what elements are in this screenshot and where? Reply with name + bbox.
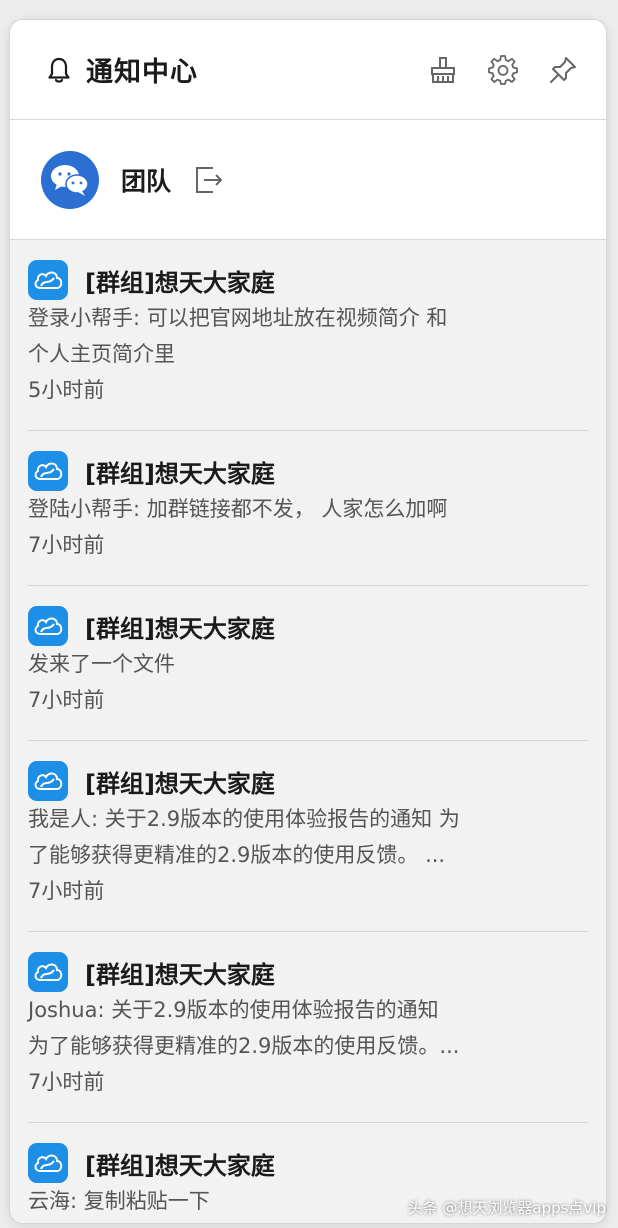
app-icon [28,606,68,646]
exit-icon [196,166,223,193]
pin-button[interactable] [546,53,580,87]
header-tools [426,53,580,87]
notification-item[interactable]: [群组]想天大家庭 登录小帮手: 可以把官网地址放在视频简介 和 个人主页简介里… [28,240,588,431]
notification-title: [群组]想天大家庭 [85,769,275,798]
cloud-logo-icon [34,1154,63,1172]
notification-header: [群组]想天大家庭 [28,260,588,300]
exit-team-button[interactable] [193,164,225,196]
notification-line: 我是人: 关于2.9版本的使用体验报告的通知 为 [28,807,460,831]
notification-body: 发来了一个文件 [28,646,518,682]
team-avatar[interactable] [41,150,99,209]
notification-title: [群组]想天大家庭 [85,268,275,297]
app-icon [28,451,68,491]
notification-line: 登陆小帮手: 加群链接都不发， 人家怎么加啊 [28,497,448,521]
panel-header: 通知中心 [10,20,606,120]
settings-button[interactable] [486,53,520,87]
notification-body: 登陆小帮手: 加群链接都不发， 人家怎么加啊 [28,491,518,527]
notification-list: [群组]想天大家庭 登录小帮手: 可以把官网地址放在视频简介 和 个人主页简介里… [10,240,606,1223]
notification-body: Joshua: 关于2.9版本的使用体验报告的通知 为了能够获得更精准的2.9版… [28,992,518,1064]
page-title: 通知中心 [86,57,198,88]
cloud-logo-icon [34,271,63,289]
pin-icon [550,56,576,83]
notification-line: Joshua: 关于2.9版本的使用体验报告的通知 [28,998,439,1022]
title-wrap: 通知中心 [44,50,426,89]
cloud-logo-icon [34,462,63,480]
app-icon [28,952,68,992]
notification-title: [群组]想天大家庭 [85,960,275,989]
notification-time: 7小时前 [28,1070,105,1094]
notification-title: [群组]想天大家庭 [85,459,275,488]
notification-title: [群组]想天大家庭 [85,1151,275,1180]
notification-body: 登录小帮手: 可以把官网地址放在视频简介 和 个人主页简介里 [28,300,518,372]
team-name[interactable]: 团队 [121,162,171,198]
notification-time: 5小时前 [28,378,105,402]
app-icon [28,1143,68,1183]
notification-header: [群组]想天大家庭 [28,952,588,992]
notification-header: [群组]想天大家庭 [28,451,588,491]
app-icon [28,761,68,801]
cloud-logo-icon [34,963,63,981]
cloud-logo-icon [34,617,63,635]
notification-header: [群组]想天大家庭 [28,761,588,801]
notification-time: 7小时前 [28,533,105,557]
notification-line: 了能够获得更精准的2.9版本的使用反馈。 ... [28,843,446,867]
app-icon [28,260,68,300]
team-bar: 团队 [10,120,606,240]
watermark: 头条 @想天浏览器apps点vip [407,1199,606,1217]
notification-center-panel: 通知中心 团队 [群组]想天大家庭 登录小帮手: 可以把官网地址放在视频简介 和… [9,19,607,1224]
notification-line: 发来了一个文件 [28,652,175,676]
bell-icon [48,57,70,83]
notification-header: [群组]想天大家庭 [28,1143,588,1183]
notification-time: 7小时前 [28,688,105,712]
clear-all-icon [431,56,455,83]
chat-bubbles-icon [51,164,89,196]
notification-time: 7小时前 [28,879,105,903]
notification-line: 为了能够获得更精准的2.9版本的使用反馈。... [28,1034,460,1058]
cloud-logo-icon [34,772,63,790]
notification-body: 我是人: 关于2.9版本的使用体验报告的通知 为 了能够获得更精准的2.9版本的… [28,801,518,873]
notification-line: 个人主页简介里 [28,342,175,366]
notification-header: [群组]想天大家庭 [28,606,588,646]
notification-line: 登录小帮手: 可以把官网地址放在视频简介 和 [28,306,448,330]
clear-all-button[interactable] [426,53,460,87]
notification-item[interactable]: [群组]想天大家庭 登陆小帮手: 加群链接都不发， 人家怎么加啊 7小时前 [28,431,588,586]
notification-title: [群组]想天大家庭 [85,614,275,643]
notification-item[interactable]: [群组]想天大家庭 Joshua: 关于2.9版本的使用体验报告的通知 为了能够… [28,932,588,1123]
gear-icon [488,54,518,85]
notification-item[interactable]: [群组]想天大家庭 我是人: 关于2.9版本的使用体验报告的通知 为 了能够获得… [28,741,588,932]
notification-item[interactable]: [群组]想天大家庭 发来了一个文件 7小时前 [28,586,588,741]
